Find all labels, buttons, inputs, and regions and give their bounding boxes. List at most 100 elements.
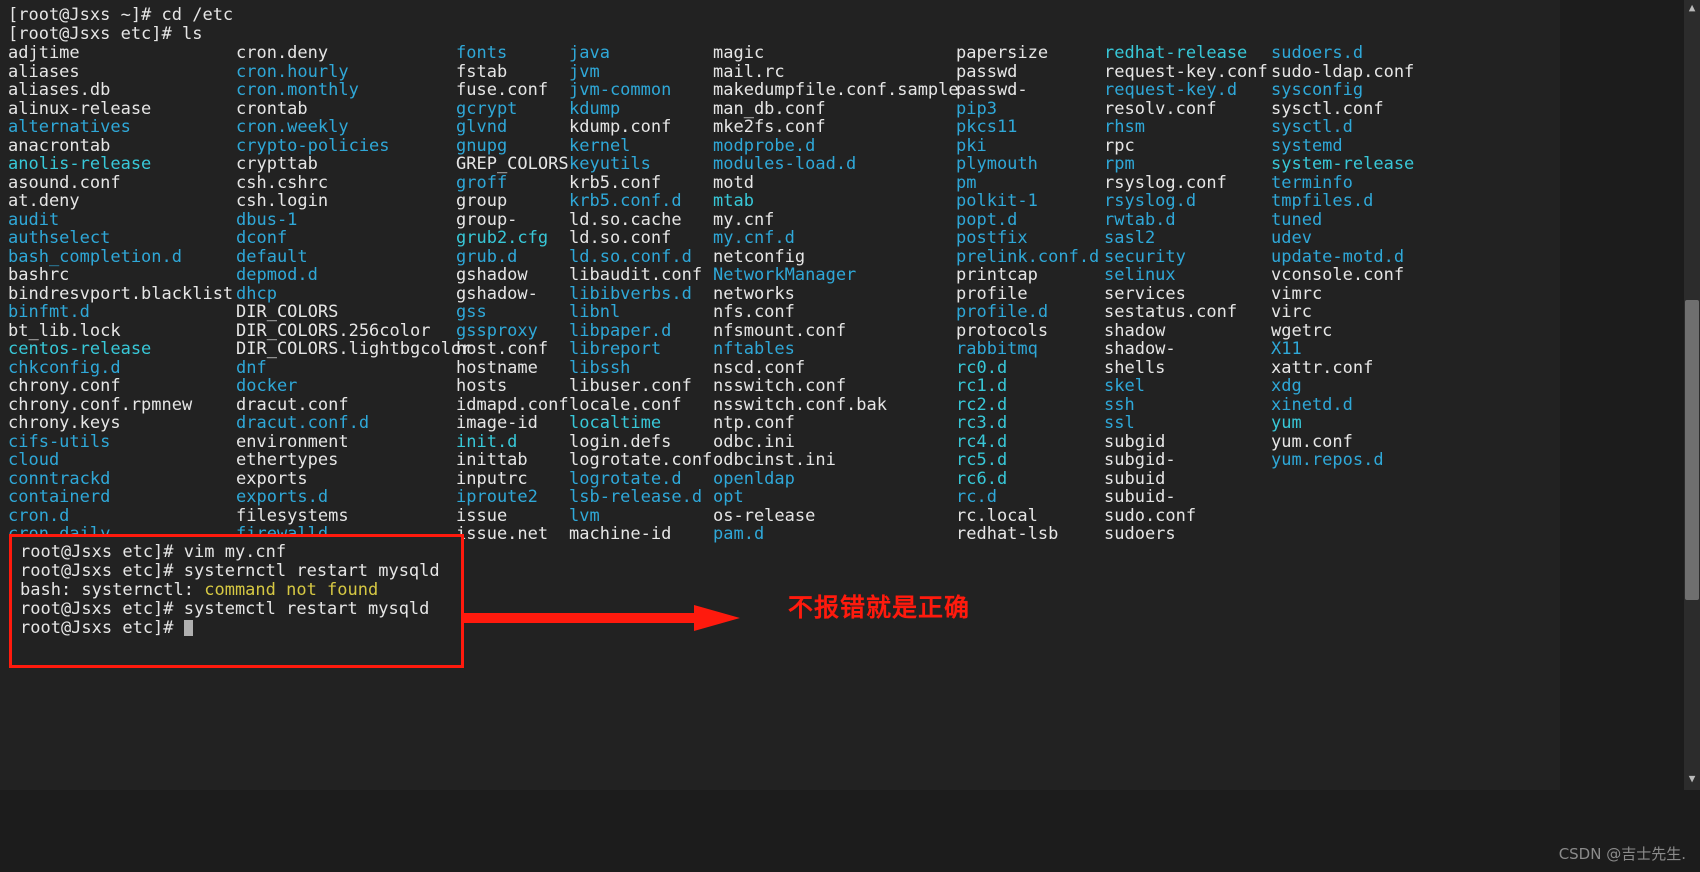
ls-entry: glvnd (456, 117, 508, 137)
ls-entry: os-release (713, 505, 816, 526)
highlighted-terminal-lines: root@Jsxs etc]# vim my.cnf root@Jsxs etc]… (12, 537, 461, 638)
ls-entry: gcrypt (456, 98, 518, 119)
shell-prompt: root@Jsxs etc]# (20, 618, 184, 638)
ls-entry: fstab (456, 61, 508, 82)
ls-entry: containerd (8, 487, 111, 507)
ls-entry: nfs.conf (713, 302, 795, 322)
red-arrow-annotation (462, 605, 740, 631)
ls-entry: update-motd.d (1271, 246, 1405, 267)
ls-entry: vimrc (1271, 283, 1323, 304)
terminal-window[interactable]: [root@Jsxs ~]# cd /etc [root@Jsxs etc]# l… (0, 0, 1560, 790)
prompt-line: [root@Jsxs etc]# ls (8, 23, 203, 44)
ls-entry: chkconfig.d (8, 357, 121, 378)
ls-entry: X11 (1271, 339, 1302, 359)
scrollbar-thumb[interactable] (1685, 300, 1699, 600)
highlighted-line: root@Jsxs etc]# systernctl restart mysql… (20, 562, 461, 581)
ls-column: redhat-release request-key.conf request-ke… (1104, 44, 1271, 544)
ls-entry: DIR_COLORS.lightbgcolor (236, 339, 472, 359)
ls-entry: cron.weekly (236, 117, 349, 137)
ls-entry: nfsmount.conf (713, 320, 847, 341)
ls-entry: vconsole.conf (1271, 265, 1405, 285)
ls-entry: sysconfig (1271, 80, 1364, 100)
ls-entry: crypttab (236, 154, 318, 174)
scroll-down-icon[interactable]: ▼ (1685, 772, 1699, 786)
ls-entry: kdump (569, 98, 621, 119)
ls-entry: prelink.conf.d (956, 246, 1100, 267)
ls-entry: cron.monthly (236, 80, 359, 100)
ls-entry: groff (456, 172, 508, 193)
ls-entry: iproute2 (456, 487, 538, 507)
ls-entry: udev (1271, 228, 1312, 248)
ls-entry: rabbitmq (956, 339, 1038, 359)
ls-entry: dconf (236, 228, 288, 248)
ls-entry: at.deny (8, 191, 80, 211)
shell-prompt: root@Jsxs etc]# (20, 599, 184, 619)
ls-entry: pki (956, 135, 987, 156)
ls-entry: DIR_COLORS.256color (236, 320, 431, 341)
ls-entry: docker (236, 376, 298, 396)
ls-entry: bashrc (8, 265, 70, 285)
ls-entry: redhat-lsb (956, 524, 1059, 544)
ls-entry: rc4.d (956, 431, 1008, 452)
shell-prompt: root@Jsxs etc]# (20, 561, 184, 581)
ls-entry: sudo.conf (1104, 505, 1197, 526)
ls-entry: aliases (8, 61, 80, 82)
ls-entry: libreport (569, 339, 662, 359)
ls-entry: plymouth (956, 154, 1038, 174)
ls-entry: GREP_COLORS (456, 154, 569, 174)
ls-entry: sudo-ldap.conf (1271, 61, 1415, 82)
ls-entry: idmapd.conf (456, 394, 569, 415)
ls-entry: selinux (1104, 265, 1176, 285)
ls-entry: postfix (956, 228, 1028, 248)
highlighted-line: root@Jsxs etc]# (20, 619, 461, 638)
ls-entry: hosts (456, 376, 508, 396)
ls-entry: inputrc (456, 468, 528, 489)
ls-entry: ld.so.cache (569, 209, 682, 230)
ls-entry: rc.local (956, 505, 1038, 526)
ls-entry: logrotate.conf (569, 450, 713, 470)
ls-entry: mail.rc (713, 61, 785, 82)
ls-entry: skel (1104, 376, 1145, 396)
ls-entry: bash_completion.d (8, 246, 182, 267)
ls-entry: csh.login (236, 191, 329, 211)
ls-entry: openldap (713, 468, 795, 489)
ls-entry: cron.d (8, 505, 70, 526)
ls-entry: java (569, 43, 610, 63)
ls-entry: crypto-policies (236, 135, 390, 156)
shell-prompt: root@Jsxs etc]# (20, 542, 184, 562)
ls-entry: ld.so.conf.d (569, 246, 692, 267)
ls-entry: alinux-release (8, 98, 152, 119)
ls-entry: csh.cshrc (236, 172, 329, 193)
ls-entry: request-key.conf (1104, 61, 1268, 82)
ls-entry: security (1104, 246, 1186, 267)
ls-entry: mtab (713, 191, 754, 211)
ls-entry: sudoers.d (1271, 43, 1364, 63)
scrollbar-track[interactable]: ▲ ▼ (1684, 0, 1700, 790)
ls-entry: terminfo (1271, 172, 1353, 193)
ls-entry: odbcinst.ini (713, 450, 836, 470)
ls-entry: cloud (8, 450, 60, 470)
ls-entry: NetworkManager (713, 265, 857, 285)
ls-entry: rsyslog.d (1104, 191, 1197, 211)
ls-entry: centos-release (8, 339, 152, 359)
ls-entry: xdg (1271, 376, 1302, 396)
ls-entry: gssproxy (456, 320, 538, 341)
ls-entry: krb5.conf.d (569, 191, 682, 211)
ls-column: papersize passwd passwd-pip3 pkcs11 pki plymo… (956, 44, 1104, 544)
ls-entry: exports (236, 468, 308, 489)
ls-entry: opt (713, 487, 744, 507)
ls-entry: nsswitch.conf.bak (713, 394, 887, 415)
prompt-history: [root@Jsxs ~]# cd /etc [root@Jsxs etc]# l… (8, 6, 1560, 43)
ls-entry: adjtime (8, 43, 80, 63)
ls-entry: dnf (236, 357, 267, 378)
ls-entry: dracut.conf.d (236, 413, 370, 433)
ls-entry: modprobe.d (713, 135, 816, 156)
ls-entry: locale.conf (569, 394, 682, 415)
ls-entry: shadow- (1104, 339, 1176, 359)
ls-entry: rc2.d (956, 394, 1008, 415)
highlighted-line: bash: systernctl: command not found (20, 581, 461, 600)
scroll-up-icon[interactable]: ▲ (1685, 1, 1699, 15)
ls-entry: sysctl.conf (1271, 98, 1384, 119)
shell-command: systemctl restart mysqld (183, 599, 430, 619)
ls-entry: passwd- (956, 80, 1028, 100)
